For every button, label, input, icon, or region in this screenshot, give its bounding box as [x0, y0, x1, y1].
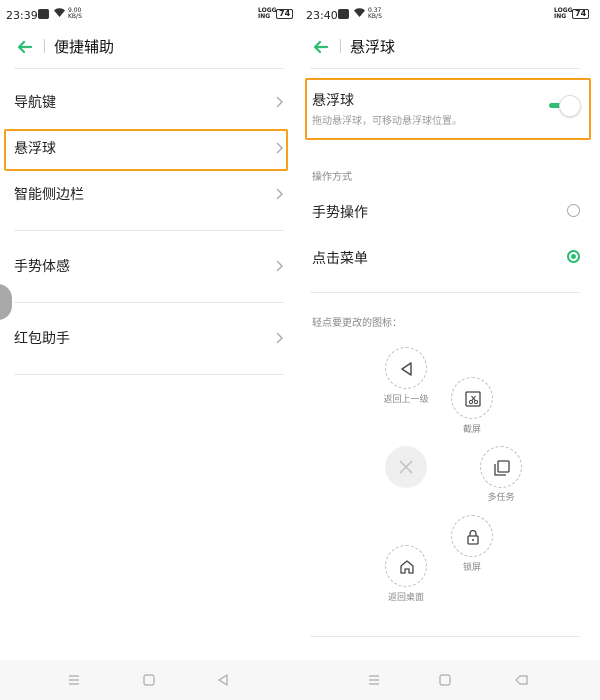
chevron-right-icon [276, 96, 283, 108]
icon-caption: 锁屏 [462, 563, 481, 573]
multitask-icon[interactable] [480, 446, 522, 488]
page-header: 悬浮球 [300, 28, 600, 64]
header-divider [44, 39, 45, 53]
logging-indicator: LOGG ING [554, 8, 573, 20]
header-divider [340, 39, 341, 53]
divider [310, 292, 580, 293]
icons-section-label: 轻点要更改的图标： [312, 318, 402, 329]
list-item-smart-sidebar[interactable]: 智能侧边栏 [0, 171, 300, 217]
highlight-box [305, 78, 591, 140]
battery-indicator: 74 [276, 9, 294, 19]
divider [14, 68, 284, 69]
back-triangle-icon[interactable] [215, 672, 231, 688]
item-label: 手势体感 [14, 259, 70, 275]
highlight-box [4, 129, 288, 171]
battery-indicator: 74 [572, 9, 590, 19]
logging-indicator: LOGG ING [258, 8, 277, 20]
network-speed: 0.37 KB/S [368, 8, 382, 20]
close-x-icon[interactable] [385, 446, 427, 488]
divider [14, 374, 284, 375]
option-label: 点击菜单 [312, 251, 368, 267]
item-label: 红包助手 [14, 331, 70, 347]
notification-icon [338, 9, 349, 19]
divider [310, 636, 580, 637]
settings-panel-left: 23:39 9.00 KB/S LOGG ING 74 便捷辅助 导航键 悬浮球… [0, 0, 300, 700]
back-arrow-icon[interactable] [310, 36, 332, 58]
icon-caption: 多任务 [487, 493, 515, 503]
speed-unit: KB/S [68, 13, 82, 20]
divider [14, 230, 284, 231]
icon-caption: 返回上一级 [383, 395, 429, 405]
settings-panel-right: 23:40 0.37 KB/S LOGG ING 74 悬浮球 悬浮球 拖动悬浮… [300, 0, 600, 700]
page-title: 便捷辅助 [54, 38, 115, 56]
chevron-right-icon [276, 332, 283, 344]
chevron-right-icon [276, 188, 283, 200]
menu-icon[interactable] [366, 672, 382, 688]
item-label: 导航键 [14, 95, 56, 111]
speed-unit: KB/S [368, 13, 382, 20]
logging-line-2: ING [258, 13, 271, 20]
network-speed: 9.00 KB/S [68, 8, 82, 20]
option-label: 手势操作 [312, 205, 368, 221]
page-title: 悬浮球 [350, 38, 396, 56]
radio-checked[interactable] [567, 250, 580, 263]
divider [310, 68, 580, 69]
list-item-red-packet-assistant[interactable]: 红包助手 [0, 315, 300, 361]
menu-icon[interactable] [66, 672, 82, 688]
list-item-gesture-motion[interactable]: 手势体感 [0, 243, 300, 289]
radio-unchecked[interactable] [567, 204, 580, 217]
chevron-right-icon [276, 260, 283, 272]
wifi-icon [53, 7, 66, 21]
status-bar: 23:40 0.37 KB/S LOGG ING 74 [300, 0, 600, 28]
status-bar: 23:39 9.00 KB/S LOGG ING 74 [0, 0, 300, 28]
home-square-icon[interactable] [141, 672, 157, 688]
home-icon[interactable] [385, 545, 427, 587]
notification-icon [38, 9, 49, 19]
back-triangle-icon[interactable] [385, 347, 427, 389]
status-time: 23:39 [6, 9, 38, 22]
list-item-nav-keys[interactable]: 导航键 [0, 79, 300, 125]
back-icon[interactable] [514, 672, 530, 688]
page-header: 便捷辅助 [0, 28, 300, 64]
logging-line-2: ING [554, 13, 567, 20]
lock-icon[interactable] [451, 515, 493, 557]
status-time: 23:40 [306, 9, 338, 22]
back-arrow-icon[interactable] [14, 36, 36, 58]
icon-caption: 截屏 [462, 425, 481, 435]
divider [14, 302, 284, 303]
item-label: 智能侧边栏 [14, 187, 84, 203]
navigation-bar [0, 660, 300, 700]
icon-caption: 返回桌面 [387, 593, 424, 603]
screenshot-scissors-icon[interactable] [451, 377, 493, 419]
navigation-bar [300, 660, 600, 700]
operation-section-label: 操作方式 [312, 172, 352, 183]
home-square-icon[interactable] [437, 672, 453, 688]
wifi-icon [353, 7, 366, 21]
